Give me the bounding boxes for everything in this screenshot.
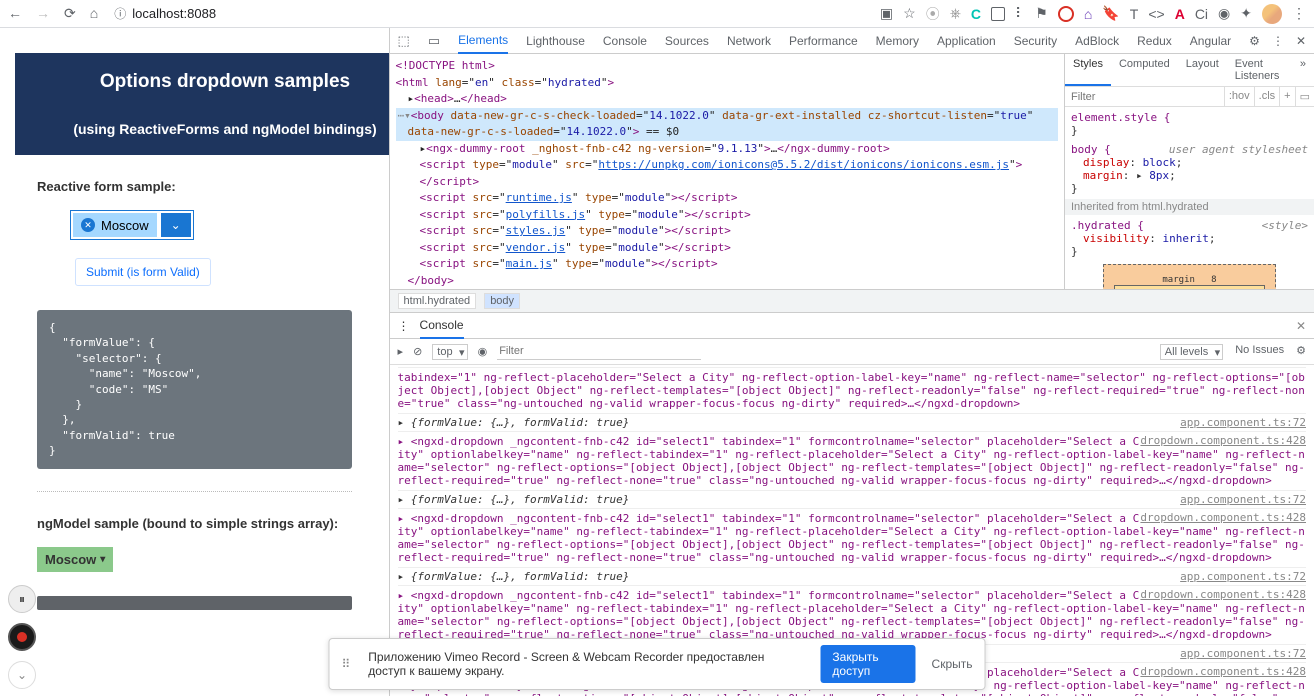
divider: [37, 491, 352, 492]
cls-toggle[interactable]: .cls: [1254, 87, 1280, 106]
ext-icon-5[interactable]: ⚑: [1035, 5, 1048, 22]
expand-down-button[interactable]: ⌄: [8, 661, 36, 689]
inspect-icon[interactable]: ⬚: [398, 33, 410, 49]
devtools-tabs: ⬚ ▭ Elements Lighthouse Console Sources …: [390, 28, 1314, 54]
extensions-icon[interactable]: ✦: [1240, 5, 1252, 22]
crumb-html[interactable]: html.hydrated: [398, 293, 477, 309]
console-filter-input[interactable]: [497, 343, 701, 360]
computed-tab[interactable]: Computed: [1111, 54, 1178, 86]
tab-security[interactable]: Security: [1014, 34, 1057, 48]
browser-toolbar: ← → ⟳ ⌂ ⓘ localhost:8088 ▣ ☆ ⦿ ⎈ C ⠇ ⚑ ⌂…: [0, 0, 1314, 28]
tab-network[interactable]: Network: [727, 34, 771, 48]
tab-performance[interactable]: Performance: [789, 34, 858, 48]
ngmodel-label: ngModel sample (bound to simple strings …: [37, 516, 374, 531]
page-subtitle: (using ReactiveForms and ngModel binding…: [45, 121, 389, 137]
ext-icon-code[interactable]: <>: [1148, 6, 1164, 22]
devtools-close-icon[interactable]: ✕: [1296, 34, 1306, 48]
hide-bar-button[interactable]: Скрыть: [932, 657, 973, 671]
page-title: Options dropdown samples: [45, 71, 389, 93]
pause-recording-button[interactable]: ⏸: [8, 585, 36, 613]
console-drawer-tab[interactable]: Console: [420, 318, 464, 339]
ext-icon-dot[interactable]: ◉: [1218, 5, 1230, 22]
devtools-settings-icon[interactable]: ⚙: [1249, 34, 1260, 48]
crumb-body[interactable]: body: [484, 293, 520, 309]
issues-badge[interactable]: No Issues: [1235, 344, 1284, 360]
styles-pane: Styles Computed Layout Event Listeners »…: [1064, 54, 1314, 289]
ext-icon-2[interactable]: ⎈: [950, 5, 961, 22]
ext-icon-squares[interactable]: [991, 7, 1005, 21]
permission-text: Приложению Vimeo Record - Screen & Webca…: [368, 650, 804, 678]
chrome-menu-icon[interactable]: ⋮: [1292, 5, 1306, 22]
style-rules[interactable]: element.style { } user agent stylesheetb…: [1065, 107, 1314, 289]
tab-sources[interactable]: Sources: [665, 34, 709, 48]
close-drawer-icon[interactable]: ✕: [1296, 319, 1306, 333]
tab-angular[interactable]: Angular: [1190, 34, 1231, 48]
section-bar: [37, 596, 352, 610]
layout-tab[interactable]: Layout: [1178, 54, 1227, 86]
devtools-menu-icon[interactable]: ⋮: [1272, 34, 1284, 48]
styles-tab[interactable]: Styles: [1065, 54, 1111, 86]
reactive-dropdown[interactable]: ✕ Moscow ⌄: [70, 210, 194, 240]
ext-icon-4[interactable]: ⠇: [1015, 5, 1025, 22]
tab-application[interactable]: Application: [937, 34, 996, 48]
form-json-output: { "formValue": { "selector": { "name": "…: [37, 310, 352, 469]
tab-adblock[interactable]: AdBlock: [1075, 34, 1119, 48]
submit-button[interactable]: Submit (is form Valid): [75, 258, 211, 286]
site-info-icon[interactable]: ⓘ: [114, 5, 126, 22]
ext-icon-3[interactable]: C: [971, 6, 981, 22]
breadcrumb[interactable]: html.hydrated body: [390, 289, 1314, 312]
home-button[interactable]: ⌂: [90, 5, 98, 22]
more-tabs-icon[interactable]: »: [1292, 54, 1314, 86]
ngmodel-dropdown[interactable]: Moscow ▾: [37, 547, 113, 572]
back-button[interactable]: ←: [8, 5, 22, 22]
drag-handle-icon[interactable]: ⠿: [342, 657, 353, 671]
reactive-dropdown-value: Moscow: [101, 218, 149, 233]
new-style-button[interactable]: +: [1279, 87, 1294, 106]
ext-icon-tag[interactable]: 🔖: [1102, 5, 1119, 22]
ext-icon-house[interactable]: ⌂: [1084, 6, 1092, 22]
event-listeners-tab[interactable]: Event Listeners: [1227, 54, 1292, 86]
device-toggle-icon[interactable]: ▭: [428, 33, 440, 49]
tab-console[interactable]: Console: [603, 34, 647, 48]
bookmark-icon[interactable]: ☆: [903, 5, 916, 22]
chevron-down-icon[interactable]: ⌄: [161, 213, 191, 237]
rendered-page: Options dropdown samples (using Reactive…: [0, 28, 389, 696]
box-model: margin 8 border - padding - - 777 × 1570…: [1071, 264, 1308, 289]
stop-sharing-button[interactable]: Закрыть доступ: [820, 645, 915, 683]
screen-share-bar: ⠿ Приложению Vimeo Record - Screen & Web…: [329, 638, 986, 690]
dom-tree[interactable]: <!DOCTYPE html> <html lang="en" class="h…: [390, 54, 1064, 289]
ext-icon-1[interactable]: ⦿: [926, 4, 940, 24]
reactive-form-label: Reactive form sample:: [37, 179, 374, 194]
devtools-panel: ⬚ ▭ Elements Lighthouse Console Sources …: [389, 28, 1314, 696]
address-bar[interactable]: localhost:8088: [132, 6, 216, 21]
profile-avatar[interactable]: [1262, 4, 1282, 24]
console-sidebar-icon[interactable]: ▸: [398, 345, 404, 358]
live-expression-icon[interactable]: ◉: [478, 345, 488, 358]
styles-filter-input[interactable]: [1065, 87, 1224, 106]
tab-elements[interactable]: Elements: [458, 33, 508, 54]
tab-memory[interactable]: Memory: [876, 34, 919, 48]
context-select[interactable]: top: [432, 344, 467, 360]
angular-icon[interactable]: A: [1175, 6, 1185, 22]
tab-redux[interactable]: Redux: [1137, 34, 1172, 48]
clear-console-icon[interactable]: ⊘: [413, 345, 422, 358]
clear-icon[interactable]: ✕: [81, 218, 95, 232]
console-settings-icon[interactable]: ⚙: [1296, 344, 1306, 360]
page-header-card: Options dropdown samples (using Reactive…: [15, 53, 389, 155]
adblock-icon[interactable]: [1058, 6, 1074, 22]
reload-button[interactable]: ⟳: [64, 5, 76, 22]
hov-toggle[interactable]: :hov: [1224, 87, 1254, 106]
ngmodel-dropdown-value: Moscow: [45, 552, 96, 567]
tab-lighthouse[interactable]: Lighthouse: [526, 34, 585, 48]
more-icon[interactable]: ▭: [1295, 87, 1314, 106]
drawer-menu-icon[interactable]: ⋮: [398, 319, 410, 333]
log-levels-select[interactable]: All levels: [1160, 344, 1223, 360]
ext-icon-ci[interactable]: Ci: [1195, 6, 1208, 22]
chevron-down-icon[interactable]: ▾: [100, 554, 105, 565]
record-button[interactable]: [8, 623, 36, 651]
camera-icon[interactable]: ▣: [880, 5, 893, 22]
forward-button[interactable]: →: [36, 5, 50, 22]
ext-icon-t[interactable]: T: [1130, 6, 1139, 22]
